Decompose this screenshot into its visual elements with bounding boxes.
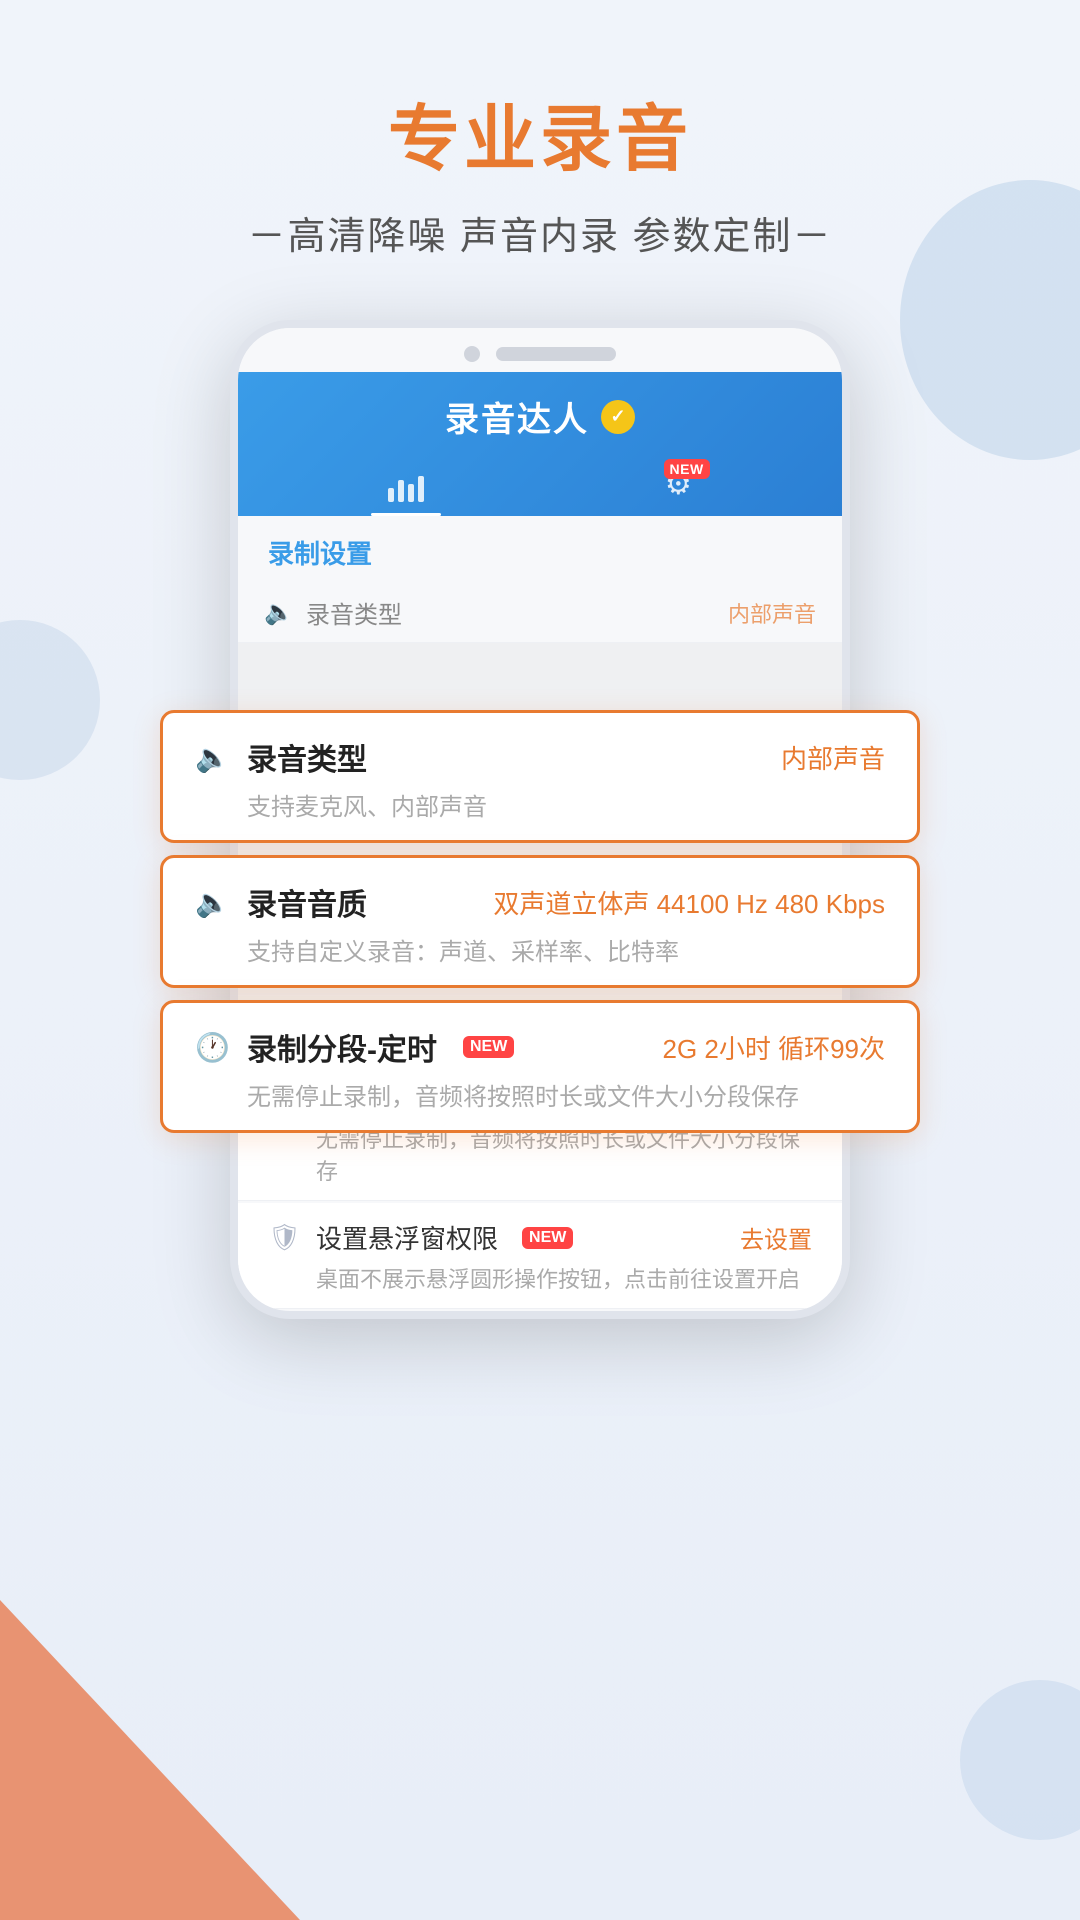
volume-icon2: 🔈 — [195, 886, 229, 919]
popup-type-left: 🔈 录音类型 — [195, 735, 367, 779]
popup-type-label: 录音类型 — [247, 735, 367, 779]
float-label: 设置悬浮窗权限 — [316, 1219, 498, 1256]
main-title: 专业录音 — [388, 80, 692, 185]
tab-recordings[interactable] — [348, 464, 464, 516]
app-verified-badge — [601, 400, 635, 434]
float-new-tag: NEW — [522, 1227, 573, 1249]
popup-quality-sub: 支持自定义录音：声道、采样率、比特率 — [195, 932, 885, 967]
notch-dot — [464, 346, 480, 362]
bar3 — [408, 484, 414, 502]
app-title: 录音达人 — [445, 392, 589, 441]
settings-icon-wrap: ⚙ NEW — [665, 467, 692, 502]
volume-icon: 🔈 — [195, 741, 229, 774]
popup-type-value: 内部声音 — [781, 739, 885, 776]
sub-title: －高清降噪 声音内录 参数定制－ — [247, 205, 832, 260]
phone-notch — [238, 328, 842, 372]
popup-quality-main: 🔈 录音音质 双声道立体声 44100 Hz 480 Kbps — [195, 880, 885, 924]
notch-bar — [496, 347, 616, 361]
tab-settings[interactable]: ⚙ NEW — [625, 457, 732, 516]
new-badge: NEW — [664, 459, 710, 479]
popup-quality-left: 🔈 录音音质 — [195, 880, 367, 924]
popup-segment-sub: 无需停止录制，音频将按照时长或文件大小分段保存 — [195, 1077, 885, 1112]
popup-segment-value: 2G 2小时 循环99次 — [662, 1029, 885, 1066]
popup-segment-label: 录制分段-定时 — [247, 1025, 437, 1069]
dimmed-type-row: 🔈 录音类型 内部声音 — [238, 581, 842, 643]
bar4 — [418, 476, 424, 502]
popup-quality-label: 录音音质 — [247, 880, 367, 924]
popup-segment-new: NEW — [463, 1036, 514, 1058]
popup-quality-value: 双声道立体声 44100 Hz 480 Kbps — [493, 884, 885, 921]
float-row[interactable]: 🛡 设置悬浮窗权限 NEW 去设置 桌面不展示悬浮圆形操作按钮，点击前往设置开启 — [238, 1203, 842, 1309]
bg-triangle-bottom-left — [0, 1600, 300, 1920]
app-title-row: 录音达人 — [268, 392, 812, 441]
dimmed-type-value: 内部声音 — [728, 597, 816, 629]
popup-cards-container: 🔈 录音类型 内部声音 支持麦克风、内部声音 🔈 录音音质 双声道立体声 441… — [160, 710, 920, 1145]
bar1 — [388, 488, 394, 502]
popup-type-main: 🔈 录音类型 内部声音 — [195, 735, 885, 779]
popup-quality-card[interactable]: 🔈 录音音质 双声道立体声 44100 Hz 480 Kbps 支持自定义录音：… — [160, 855, 920, 988]
section-title: 录制设置 — [238, 516, 842, 581]
dimmed-type-left: 🔈 录音类型 — [264, 595, 402, 630]
dimmed-type-main: 🔈 录音类型 内部声音 — [264, 595, 816, 630]
app-tabs: ⚙ NEW — [268, 457, 812, 516]
popup-segment-main: 🕐 录制分段-定时 NEW 2G 2小时 循环99次 — [195, 1025, 885, 1069]
shield-icon: 🛡 — [268, 1222, 300, 1253]
app-header: 录音达人 ⚙ NEW — [238, 372, 842, 516]
volume-icon-dimmed: 🔈 — [264, 598, 292, 627]
bar2 — [398, 480, 404, 502]
bg-circle-bottom-right — [960, 1680, 1080, 1840]
page-content: 专业录音 －高清降噪 声音内录 参数定制－ 录音达人 — [0, 0, 1080, 1319]
float-value: 去设置 — [740, 1220, 812, 1255]
popup-segment-card[interactable]: 🕐 录制分段-定时 NEW 2G 2小时 循环99次 无需停止录制，音频将按照时… — [160, 1000, 920, 1133]
dimmed-type-label: 录音类型 — [306, 595, 402, 630]
popup-type-sub: 支持麦克风、内部声音 — [195, 787, 885, 822]
popup-segment-left: 🕐 录制分段-定时 NEW — [195, 1025, 514, 1069]
recordings-icon — [388, 474, 424, 502]
popup-type-card[interactable]: 🔈 录音类型 内部声音 支持麦克风、内部声音 — [160, 710, 920, 843]
phone-wrapper: 录音达人 ⚙ NEW — [230, 320, 850, 1319]
clock-icon: 🕐 — [195, 1031, 229, 1064]
float-left: 🛡 设置悬浮窗权限 NEW — [268, 1219, 573, 1256]
float-sub: 桌面不展示悬浮圆形操作按钮，点击前往设置开启 — [268, 1262, 812, 1294]
float-main: 🛡 设置悬浮窗权限 NEW 去设置 — [268, 1219, 812, 1256]
